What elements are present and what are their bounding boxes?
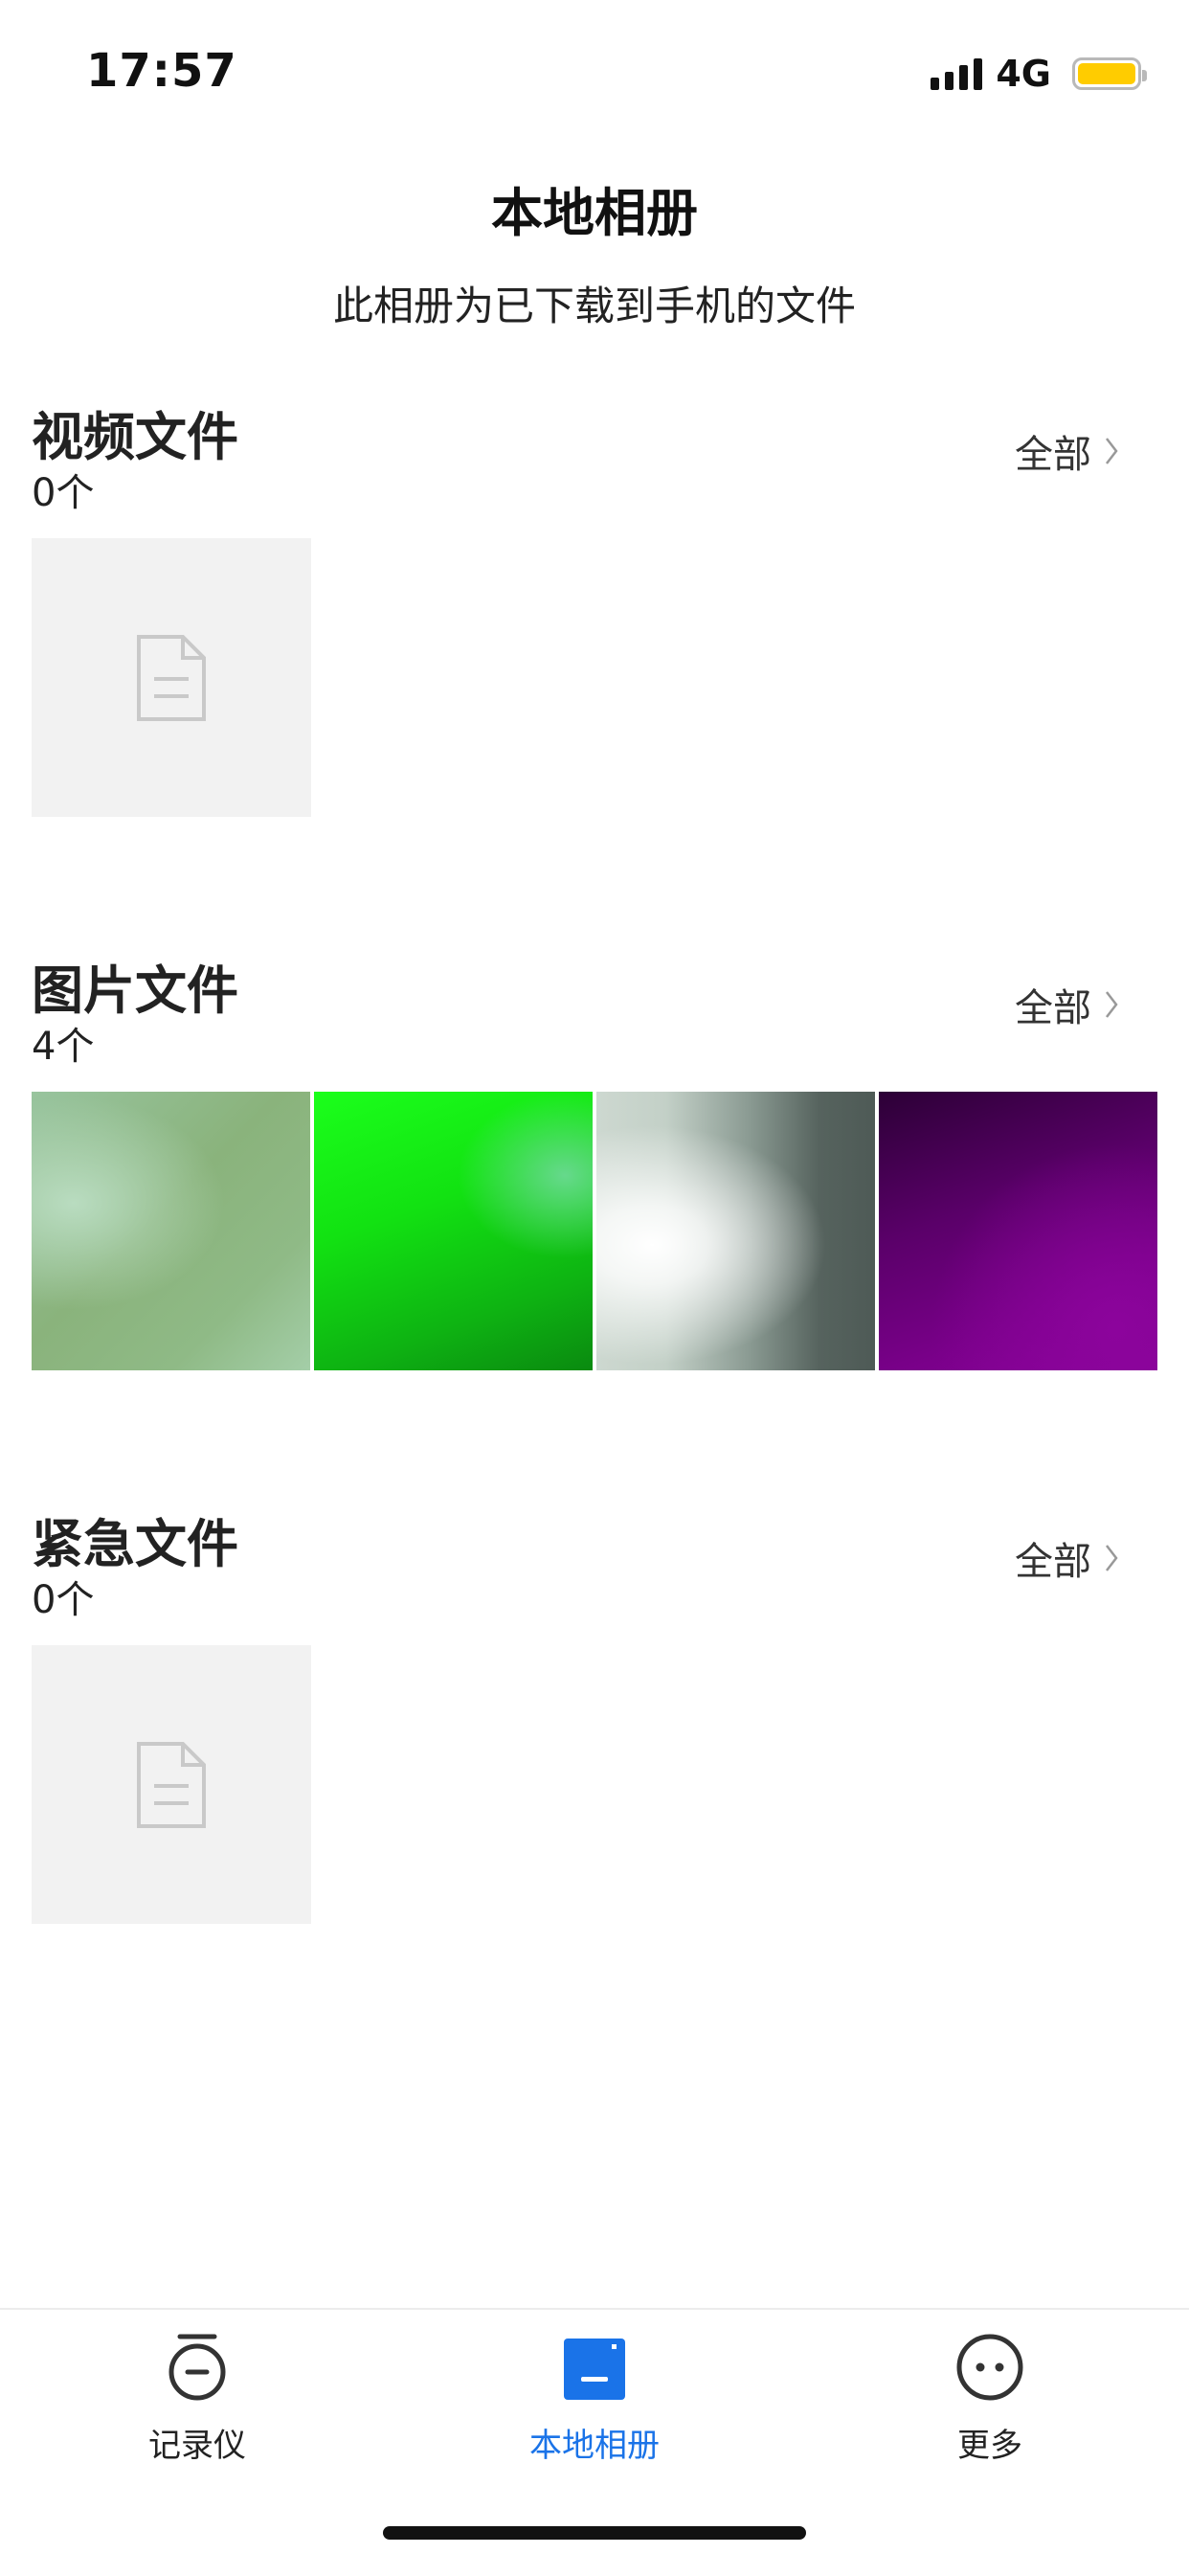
tab-label: 更多 xyxy=(957,2427,1022,2465)
section-count: 0个 xyxy=(32,471,95,515)
image-files-section: 图片文件 4个 全部 xyxy=(0,948,1189,1389)
network-type: 4G xyxy=(996,53,1051,95)
tab-more[interactable]: 更多 xyxy=(846,2329,1133,2473)
photo-thumbnail[interactable] xyxy=(32,1092,310,1370)
page-subtitle: 此相册为已下载到手机的文件 xyxy=(332,282,856,329)
section-count: 4个 xyxy=(32,1025,95,1069)
document-icon xyxy=(137,1741,206,1828)
tab-label: 本地相册 xyxy=(529,2427,660,2465)
more-icon xyxy=(956,2334,1023,2401)
chevron-right-icon xyxy=(1106,991,1118,1018)
status-indicators: 4G xyxy=(931,50,1147,98)
signal-icon xyxy=(931,57,983,90)
empty-video-placeholder xyxy=(32,538,311,817)
view-all-label: 全部 xyxy=(1015,433,1091,477)
battery-level xyxy=(1078,63,1135,84)
page-title: 本地相册 xyxy=(491,183,698,243)
chevron-right-icon xyxy=(1106,1545,1118,1571)
photo-thumbnail[interactable] xyxy=(596,1092,875,1370)
video-files-section: 视频文件 0个 全部 xyxy=(0,395,1189,835)
document-icon xyxy=(137,634,206,721)
chevron-right-icon xyxy=(1106,438,1118,464)
images-view-all-button[interactable]: 全部 xyxy=(1015,977,1118,1032)
empty-emergency-placeholder xyxy=(32,1645,311,1924)
tab-label: 记录仪 xyxy=(148,2427,246,2465)
tab-recorder[interactable]: 记录仪 xyxy=(54,2329,341,2473)
photo-thumbnail[interactable] xyxy=(879,1092,1157,1370)
status-bar: 17:57 4G xyxy=(0,0,1189,144)
view-all-label: 全部 xyxy=(1015,986,1091,1030)
video-view-all-button[interactable]: 全部 xyxy=(1015,423,1118,479)
dashcam-icon xyxy=(168,2334,226,2401)
photo-thumbnail[interactable] xyxy=(314,1092,593,1370)
tab-local-album[interactable]: 本地相册 xyxy=(451,2329,738,2473)
section-title: 视频文件 xyxy=(32,407,238,467)
view-all-label: 全部 xyxy=(1015,1540,1091,1584)
section-title: 图片文件 xyxy=(32,960,238,1021)
emergency-files-section: 紧急文件 0个 全部 xyxy=(0,1502,1189,1942)
home-indicator xyxy=(383,2526,806,2540)
emergency-view-all-button[interactable]: 全部 xyxy=(1015,1530,1118,1586)
photo-grid xyxy=(32,1092,1158,1370)
section-title: 紧急文件 xyxy=(32,1514,238,1574)
album-icon xyxy=(564,2339,625,2400)
status-time: 17:57 xyxy=(86,44,237,98)
section-count: 0个 xyxy=(32,1578,95,1622)
battery-icon xyxy=(1072,57,1147,90)
